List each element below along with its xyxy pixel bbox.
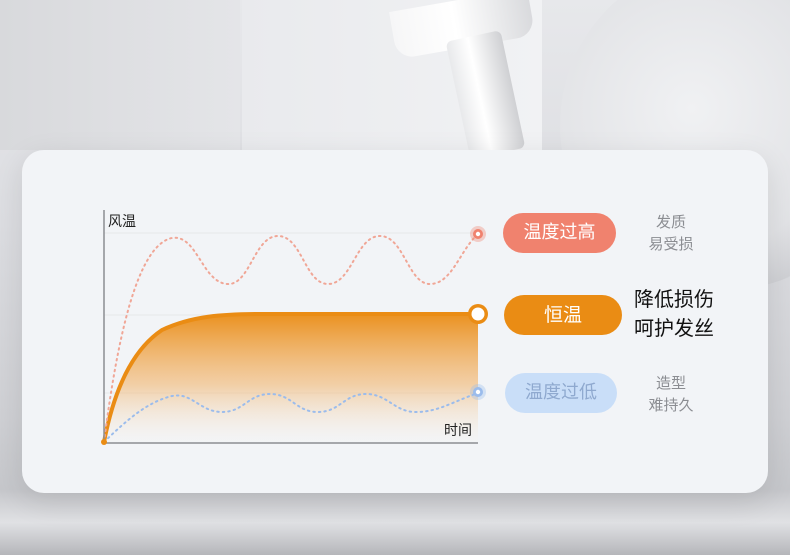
x-axis-label: 时间: [444, 422, 472, 438]
y-axis-label: 风温: [108, 213, 136, 229]
low-temp-description: 造型 难持久: [640, 372, 702, 416]
constant-desc-line2: 呵护发丝: [634, 316, 714, 340]
low-temp-badge: 温度过低: [505, 373, 617, 413]
origin-point: [101, 439, 107, 445]
high-endpoint-center: [475, 231, 481, 237]
background-floor: [0, 490, 790, 555]
constant-temp-badge: 恒温: [504, 295, 622, 335]
constant-desc-line1: 降低损伤: [634, 287, 714, 311]
high-temp-badge: 温度过高: [503, 213, 616, 253]
high-desc-line2: 易受损: [648, 235, 694, 253]
background-panel: [0, 0, 240, 150]
high-desc-line1: 发质: [655, 213, 686, 231]
constant-endpoint-center: [471, 307, 485, 321]
high-temp-description: 发质 易受损: [640, 211, 702, 255]
low-endpoint-center: [475, 389, 481, 395]
low-desc-line1: 造型: [655, 374, 686, 392]
low-desc-line2: 难持久: [648, 396, 694, 414]
constant-temp-description: 降低损伤 呵护发丝: [626, 285, 722, 343]
